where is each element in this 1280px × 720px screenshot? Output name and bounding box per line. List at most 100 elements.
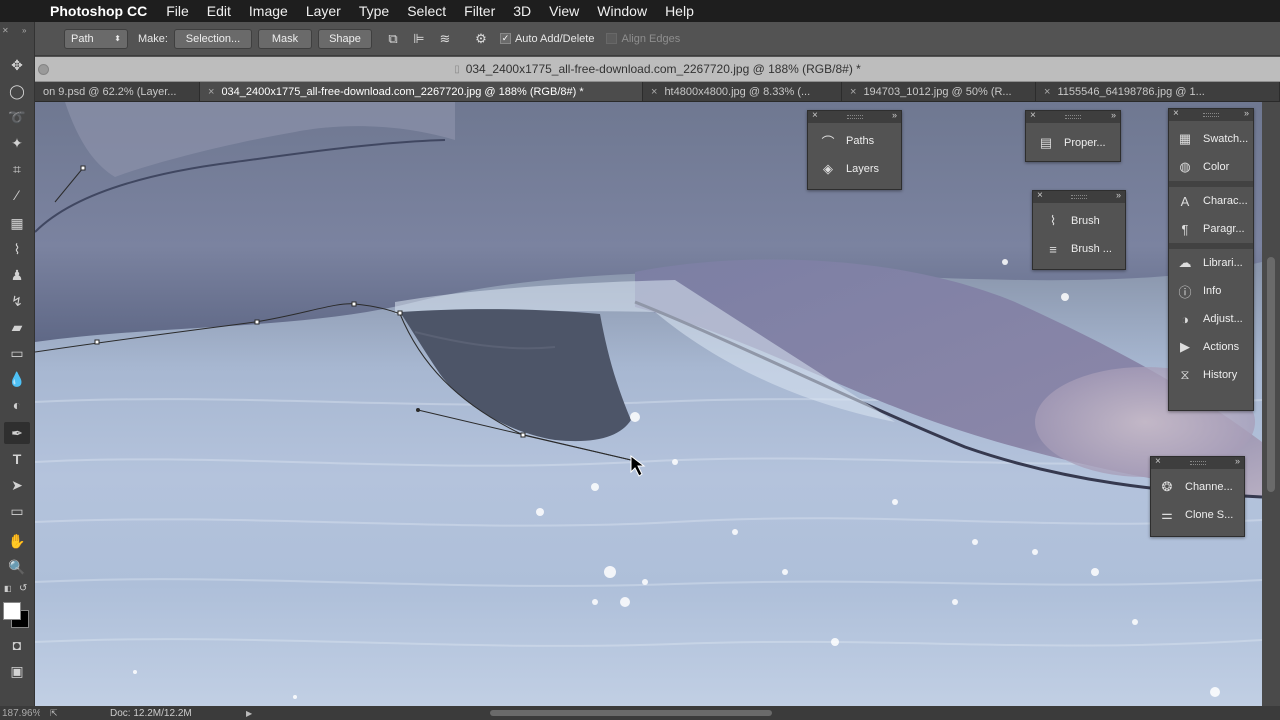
layers-icon: ◈	[823, 161, 833, 176]
panel-item-brush[interactable]: ⌇ Brush	[1033, 207, 1125, 235]
properties-panel: × » ▤ Proper...	[1025, 110, 1121, 162]
tab-label: 034_2400x1775_all-free-download.com_2267…	[221, 85, 584, 98]
collapse-icon[interactable]: »	[1111, 110, 1116, 120]
tab-close-icon[interactable]: ×	[850, 86, 856, 98]
menu-view[interactable]: View	[540, 3, 588, 19]
app-menu[interactable]: Photoshop CC	[46, 3, 157, 19]
rectangle-tool-icon[interactable]: ▭	[4, 500, 30, 522]
screen-mode-icon[interactable]: ▣	[4, 660, 30, 682]
close-icon[interactable]: ×	[1173, 108, 1179, 119]
panel-item-clone-source[interactable]: ⚌ Clone S...	[1151, 501, 1244, 529]
close-icon[interactable]: ×	[1155, 456, 1161, 467]
options-bar: ✒▾ Path⬍ Make: Selection... Mask Shape ⧉…	[0, 22, 1280, 56]
menu-type[interactable]: Type	[350, 3, 398, 19]
swap-colors-icon[interactable]: ↺	[19, 583, 27, 594]
tab-document-2[interactable]: × 034_2400x1775_all-free-download.com_22…	[200, 82, 643, 101]
adjustments-icon: ◑	[1181, 311, 1189, 327]
path-operations-icon[interactable]: ⧉	[380, 31, 406, 47]
panel-item-color[interactable]: ◍ Color	[1169, 153, 1253, 181]
hand-tool-icon[interactable]: ✋	[4, 530, 30, 552]
selection-button[interactable]: Selection...	[173, 28, 252, 49]
tab-close-icon[interactable]: ×	[651, 86, 657, 98]
actions-icon: ▶	[1180, 339, 1190, 354]
dodge-tool-icon[interactable]: ◐	[4, 394, 30, 416]
move-tool-icon[interactable]: ✥	[4, 54, 30, 76]
panel-item-history[interactable]: ⧖ History	[1169, 361, 1253, 389]
eraser-tool-icon[interactable]: ▰	[4, 316, 30, 338]
menu-3d[interactable]: 3D	[504, 3, 540, 19]
panel-item-paragraph[interactable]: ¶ Paragr...	[1169, 215, 1253, 243]
zoom-level[interactable]: 187.96%	[0, 708, 40, 719]
panel-item-actions[interactable]: ▶ Actions	[1169, 333, 1253, 361]
path-alignment-icon[interactable]: ⊫	[406, 31, 432, 47]
panel-item-swatches[interactable]: ▦ Swatch...	[1169, 125, 1253, 153]
collapse-icon[interactable]: »	[892, 110, 897, 120]
panel-item-properties[interactable]: ▤ Proper...	[1026, 129, 1120, 157]
gear-icon[interactable]: ⚙	[468, 31, 494, 47]
right-dock-panel: × » ▦ Swatch... ◍ Color A Charac... ¶ Paragr.…	[1168, 108, 1254, 411]
type-tool-icon[interactable]: T	[4, 448, 30, 470]
tab-close-icon[interactable]: ×	[208, 86, 214, 98]
path-arrangement-icon[interactable]: ≋	[432, 31, 458, 47]
panel-item-character[interactable]: A Charac...	[1169, 187, 1253, 215]
path-selection-icon[interactable]: ➤	[4, 474, 30, 496]
close-icon[interactable]: ×	[812, 110, 818, 121]
panel-item-paths[interactable]: ⌒ Paths	[808, 127, 901, 155]
tab-document-4[interactable]: × 194703_1012.jpg @ 50% (R...	[842, 82, 1036, 101]
menu-edit[interactable]: Edit	[198, 3, 240, 19]
panel-item-libraries[interactable]: ☁ Librari...	[1169, 249, 1253, 277]
quick-mask-icon[interactable]: ◘	[4, 634, 30, 656]
menu-filter[interactable]: Filter	[455, 3, 504, 19]
tab-close-icon[interactable]: ×	[1044, 86, 1050, 98]
menu-window[interactable]: Window	[588, 3, 656, 19]
tab-document-1[interactable]: on 9.psd @ 62.2% (Layer...	[35, 82, 200, 101]
marquee-tool-icon[interactable]: ◯	[4, 80, 30, 102]
info-icon: ⓘ	[1178, 284, 1192, 300]
collapse-icon[interactable]: »	[1235, 456, 1240, 466]
healing-brush-icon[interactable]: ▦	[4, 212, 30, 234]
path-mode-select[interactable]: Path ⬍	[64, 28, 128, 49]
panel-item-info[interactable]: ⓘ Info	[1169, 277, 1253, 305]
panel-item-adjustments[interactable]: ◑ Adjust...	[1169, 305, 1253, 333]
tab-document-3[interactable]: × ht4800x4800.jpg @ 8.33% (...	[643, 82, 842, 101]
auto-add-delete-checkbox[interactable]: ✓ Auto Add/Delete	[499, 32, 595, 45]
window-close-dot[interactable]	[38, 64, 49, 75]
history-brush-icon[interactable]: ↯	[4, 290, 30, 312]
status-menu-icon[interactable]: ▶	[246, 709, 252, 718]
lasso-tool-icon[interactable]: ➰	[4, 106, 30, 128]
eyedropper-icon[interactable]: ⁄	[4, 184, 30, 206]
magic-wand-icon[interactable]: ✦	[4, 132, 30, 154]
horizontal-scroll-thumb[interactable]	[490, 710, 772, 716]
menu-image[interactable]: Image	[240, 3, 297, 19]
menu-layer[interactable]: Layer	[297, 3, 350, 19]
mask-button[interactable]: Mask	[257, 28, 312, 49]
close-icon[interactable]: ×	[1030, 110, 1036, 121]
gradient-tool-icon[interactable]: ▭	[4, 342, 30, 364]
panel-item-brush-presets[interactable]: ≡ Brush ...	[1033, 235, 1125, 263]
shape-button[interactable]: Shape	[317, 28, 372, 49]
brush-tool-icon[interactable]: ⌇	[4, 238, 30, 260]
scroll-thumb[interactable]	[1267, 257, 1275, 492]
tab-document-5[interactable]: × 1155546_64198786.jpg @ 1...	[1036, 82, 1280, 101]
menu-select[interactable]: Select	[398, 3, 455, 19]
close-icon[interactable]: ×	[1037, 190, 1043, 201]
auto-add-delete-label: Auto Add/Delete	[514, 32, 595, 45]
panel-item-layers[interactable]: ◈ Layers	[808, 155, 901, 183]
menu-help[interactable]: Help	[656, 3, 703, 19]
default-colors-icon[interactable]: ◧	[4, 584, 12, 593]
blur-tool-icon[interactable]: 💧	[4, 368, 30, 390]
collapse-icon[interactable]: »	[1116, 190, 1121, 200]
collapse-icon[interactable]: »	[1244, 108, 1249, 118]
menu-file[interactable]: File	[157, 3, 198, 19]
align-edges-checkbox[interactable]: Align Edges	[606, 33, 680, 45]
foreground-color-swatch[interactable]	[3, 602, 21, 620]
pen-tool-icon[interactable]: ✒	[4, 422, 30, 444]
zoom-tool-icon[interactable]: 🔍	[4, 556, 30, 578]
vertical-scrollbar[interactable]	[1262, 102, 1280, 706]
clone-stamp-icon[interactable]: ♟	[4, 264, 30, 286]
collapse-icon[interactable]: »	[22, 26, 26, 35]
close-icon[interactable]: ✕	[2, 26, 9, 35]
panel-item-channels[interactable]: ❂ Channe...	[1151, 473, 1244, 501]
share-icon[interactable]: ⇱	[50, 708, 70, 719]
crop-tool-icon[interactable]: ⌗	[4, 158, 30, 180]
